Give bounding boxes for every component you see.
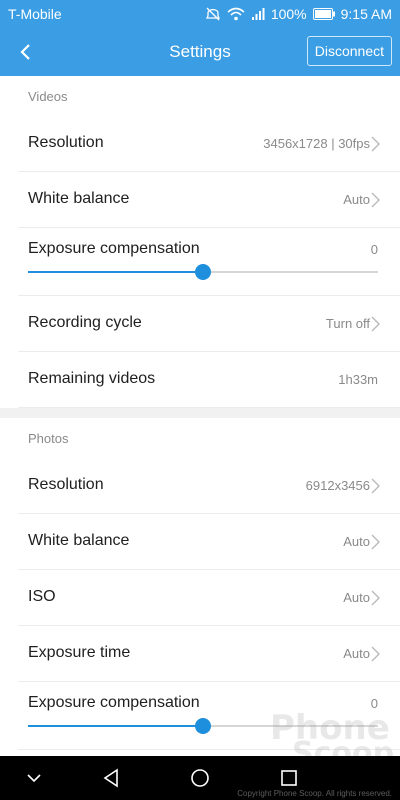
row-label: ISO	[28, 588, 56, 605]
videos-resolution-row[interactable]: Resolution 3456x1728 | 30fps	[18, 116, 400, 172]
row-label: White balance	[28, 532, 130, 549]
chevron-right-icon	[371, 590, 380, 606]
remaining-videos-row: Remaining videos 1h33m	[18, 352, 400, 408]
videos-white-balance-row[interactable]: White balance Auto	[18, 172, 400, 228]
status-icons: 100% 9:15 AM	[205, 6, 392, 22]
status-bar: T-Mobile 100% 9:15 AM	[0, 0, 400, 28]
recents-square-icon[interactable]	[278, 767, 300, 789]
row-label: Recording cycle	[28, 314, 142, 331]
exposure-slider-fill	[28, 725, 203, 727]
home-circle-icon[interactable]	[189, 767, 211, 789]
row-value: Turn off	[325, 316, 370, 331]
chevron-right-icon	[371, 192, 380, 208]
disconnect-button[interactable]: Disconnect	[306, 36, 392, 66]
row-value: Auto	[343, 590, 370, 605]
chevron-right-icon	[371, 646, 380, 662]
signal-icon	[251, 8, 265, 20]
row-label: Resolution	[28, 134, 104, 151]
app-bar: Settings Disconnect	[0, 28, 400, 76]
exposure-slider-thumb[interactable]	[195, 264, 211, 280]
status-time: 9:15 AM	[340, 6, 392, 22]
chevron-right-icon	[371, 478, 380, 494]
mute-icon	[205, 7, 220, 21]
row-label: Exposure compensation	[28, 694, 200, 711]
exposure-slider-track[interactable]	[28, 264, 378, 280]
row-label: White balance	[28, 190, 130, 207]
row-value: 6912x3456	[305, 478, 370, 493]
chevron-right-icon	[371, 136, 380, 152]
row-label: Exposure compensation	[28, 240, 200, 257]
row-value: Auto	[343, 534, 370, 549]
videos-exposure-row: Exposure compensation 0	[18, 228, 400, 296]
photos-white-balance-row[interactable]: White balance Auto	[18, 514, 400, 570]
row-value: Auto	[343, 192, 370, 207]
chevron-right-icon	[371, 316, 380, 332]
row-value: 3456x1728 | 30fps	[263, 136, 370, 151]
exposure-time-row[interactable]: Exposure time Auto	[18, 626, 400, 682]
collapse-chevron-icon[interactable]	[23, 767, 45, 789]
iso-row[interactable]: ISO Auto	[18, 570, 400, 626]
row-value: Auto	[343, 646, 370, 661]
settings-list[interactable]: Videos Resolution 3456x1728 | 30fps Whit…	[0, 76, 400, 756]
section-divider	[0, 408, 400, 418]
wifi-icon	[227, 7, 245, 21]
battery-icon	[312, 8, 335, 20]
photos-section-header: Photos	[28, 431, 69, 446]
row-value: 1h33m	[338, 372, 378, 387]
row-label: Resolution	[28, 476, 104, 493]
row-label: Remaining videos	[28, 370, 156, 387]
system-nav-bar: Copyright Phone Scoop. All rights reserv…	[0, 756, 400, 800]
back-triangle-icon[interactable]	[100, 767, 122, 789]
row-label: Exposure time	[28, 644, 131, 661]
exposure-slider-thumb[interactable]	[195, 718, 211, 734]
row-value: 0	[370, 242, 378, 257]
videos-section-header: Videos	[28, 89, 68, 104]
chevron-right-icon	[371, 534, 380, 550]
battery-percent: 100%	[270, 6, 307, 22]
photos-resolution-row[interactable]: Resolution 6912x3456	[18, 458, 400, 514]
recording-cycle-row[interactable]: Recording cycle Turn off	[18, 296, 400, 352]
exposure-slider-fill	[28, 271, 203, 273]
watermark-credit: Copyright Phone Scoop. All rights reserv…	[237, 789, 392, 798]
carrier-label: T-Mobile	[8, 6, 62, 22]
